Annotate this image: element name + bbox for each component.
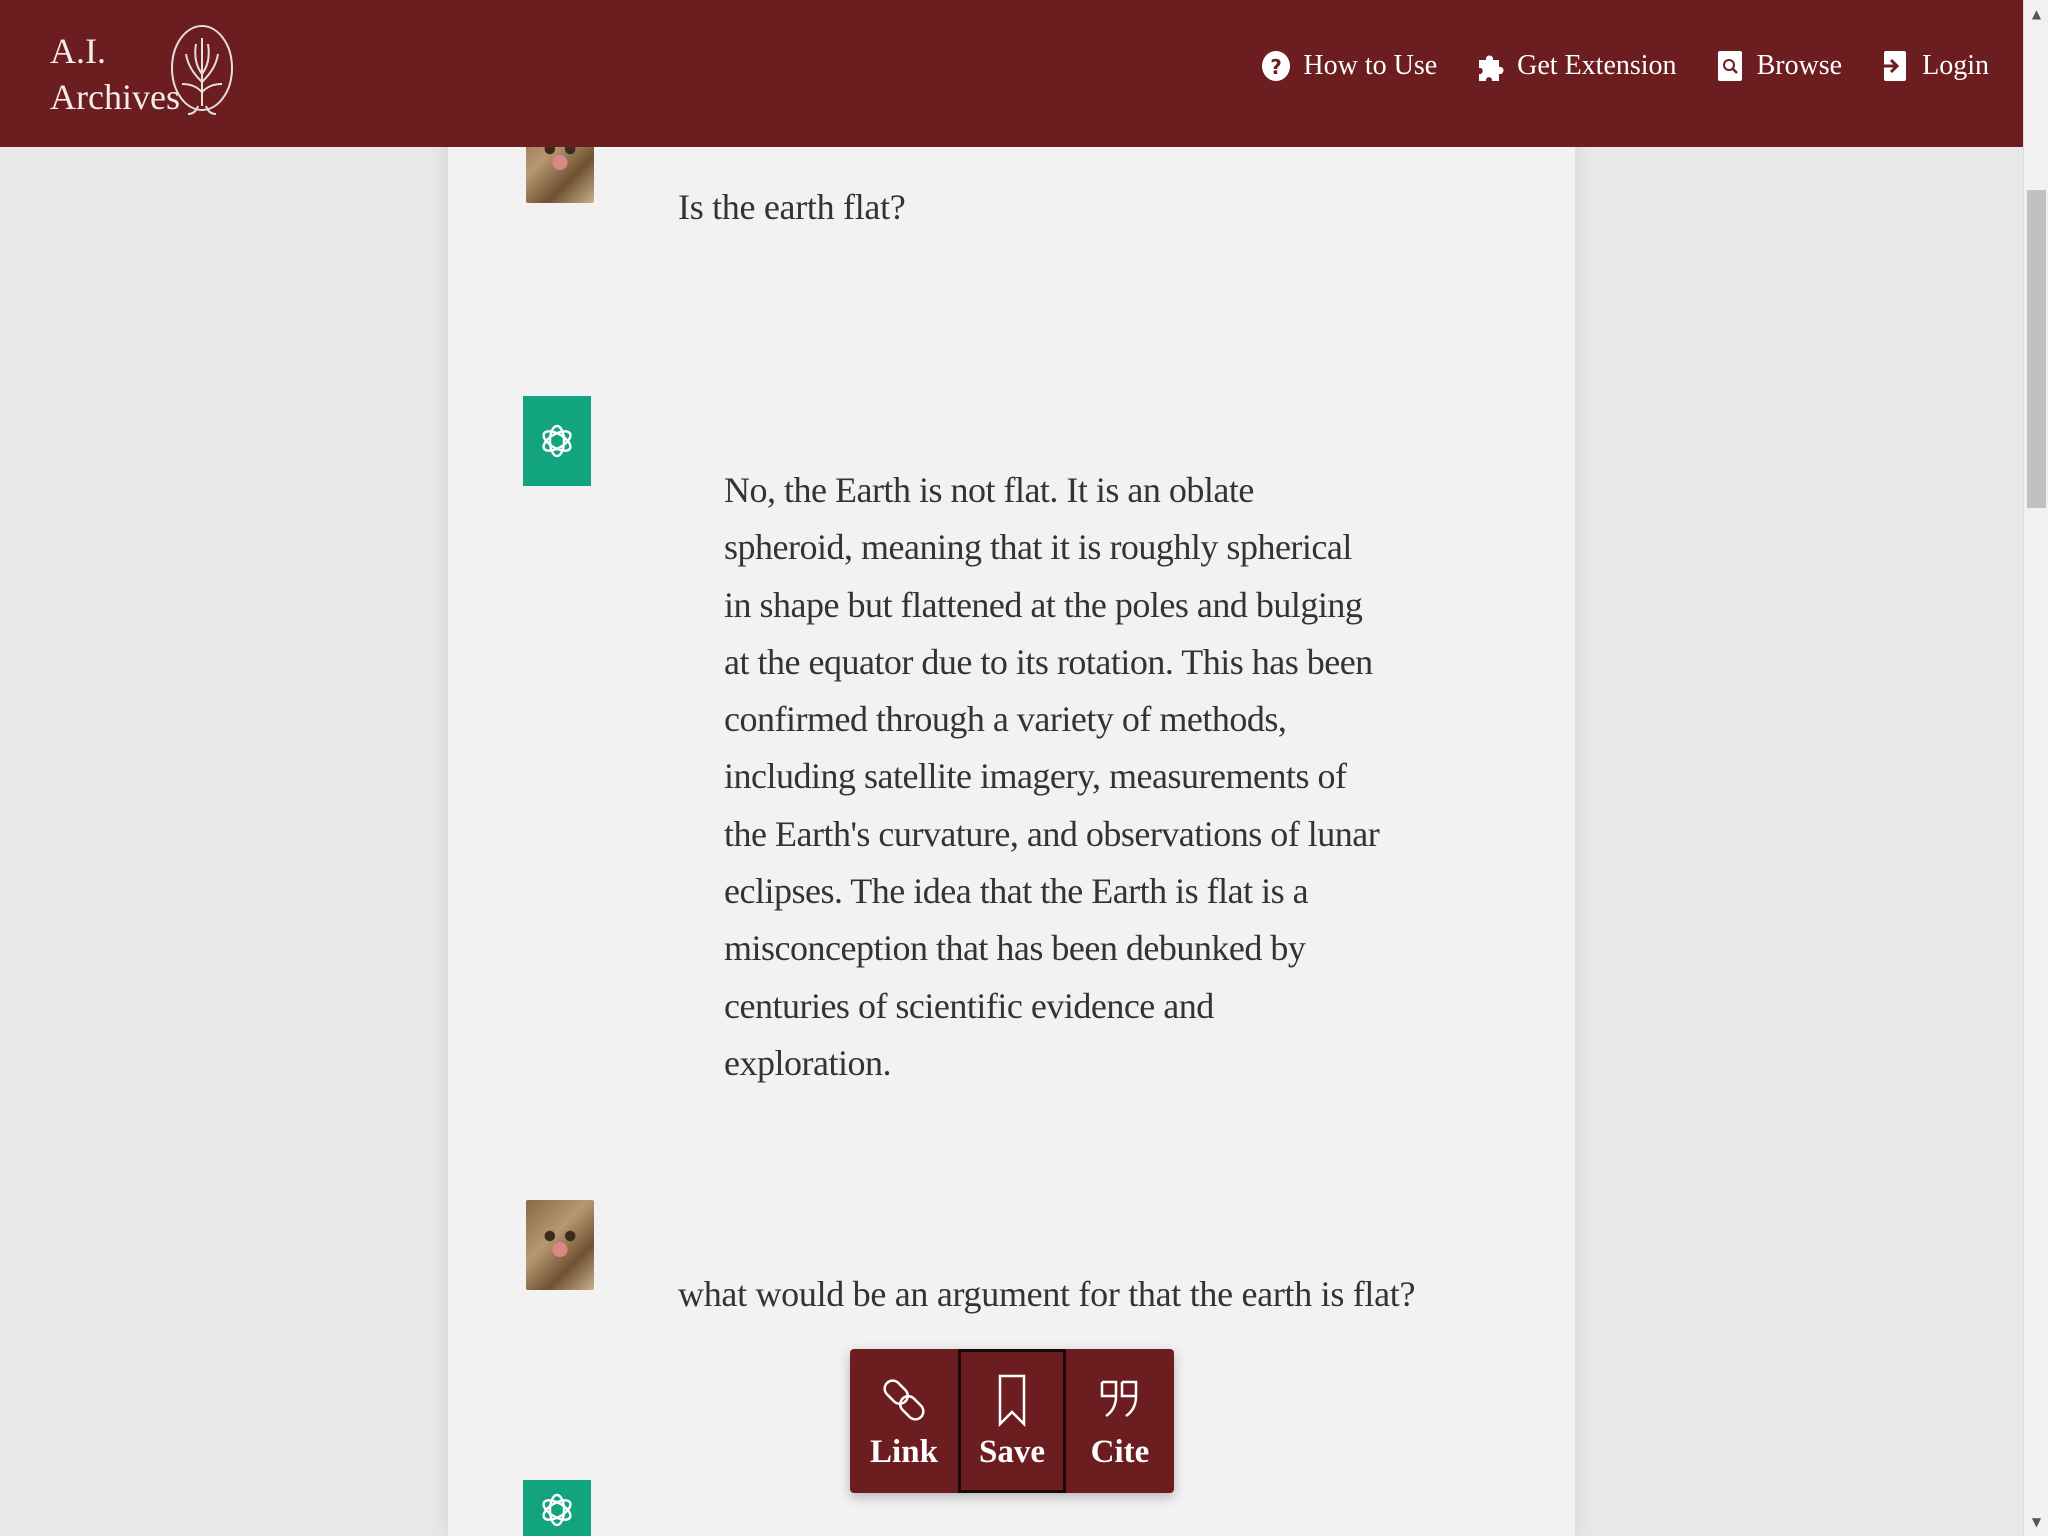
svg-text:?: ? xyxy=(1271,55,1283,79)
openai-logo-icon xyxy=(542,424,572,458)
scrollbar-thumb[interactable] xyxy=(2027,190,2046,508)
logo-line-1: A.I. xyxy=(50,31,106,71)
share-action-bar: Link Save Cite xyxy=(850,1349,1174,1493)
nav-how-to-use[interactable]: ? How to Use xyxy=(1261,50,1437,82)
cite-button[interactable]: Cite xyxy=(1066,1349,1174,1493)
cite-button-label: Cite xyxy=(1090,1433,1150,1470)
question-circle-icon: ? xyxy=(1262,51,1291,81)
top-header: A.I. Archives ? How to Use Get Extension… xyxy=(0,0,2023,147)
nav-get-extension-label: Get Extension xyxy=(1517,50,1677,81)
save-button-label: Save xyxy=(979,1433,1045,1470)
nav-login[interactable]: Login xyxy=(1880,50,1989,82)
link-button[interactable]: Link xyxy=(850,1349,958,1493)
link-icon xyxy=(883,1378,925,1421)
login-arrow-icon xyxy=(1882,51,1907,81)
puzzle-piece-icon xyxy=(1479,55,1504,81)
scroll-down-arrow-icon[interactable]: ▼ xyxy=(2024,1512,2048,1532)
nav-browse-label: Browse xyxy=(1756,50,1843,81)
site-logo[interactable]: A.I. Archives xyxy=(50,28,180,120)
assistant-message: No, the Earth is not flat. It is an obla… xyxy=(724,470,1380,1083)
tree-emblem-icon xyxy=(171,25,233,115)
openai-logo-icon xyxy=(542,1493,572,1527)
quote-icon xyxy=(1100,1380,1138,1417)
user-message: Is the earth flat? xyxy=(678,187,906,227)
save-button[interactable]: Save xyxy=(958,1349,1066,1493)
link-button-label: Link xyxy=(870,1433,938,1470)
page-scrollbar[interactable]: ▲ ▼ xyxy=(2023,0,2048,1536)
logo-line-2: Archives xyxy=(50,77,180,117)
main-nav: ? How to Use Get Extension Browse Login xyxy=(1261,50,1989,82)
user-avatar xyxy=(526,1200,594,1290)
chatgpt-avatar xyxy=(523,396,591,486)
user-message: what would be an argument for that the e… xyxy=(678,1274,1416,1314)
nav-login-label: Login xyxy=(1922,50,1989,81)
bookmark-icon xyxy=(998,1374,1026,1427)
nav-browse[interactable]: Browse xyxy=(1715,50,1843,82)
scroll-up-arrow-icon[interactable]: ▲ xyxy=(2024,4,2048,24)
search-document-icon xyxy=(1717,51,1742,81)
nav-get-extension[interactable]: Get Extension xyxy=(1475,50,1677,82)
chatgpt-avatar xyxy=(523,1480,591,1536)
nav-how-to-use-label: How to Use xyxy=(1303,50,1438,81)
